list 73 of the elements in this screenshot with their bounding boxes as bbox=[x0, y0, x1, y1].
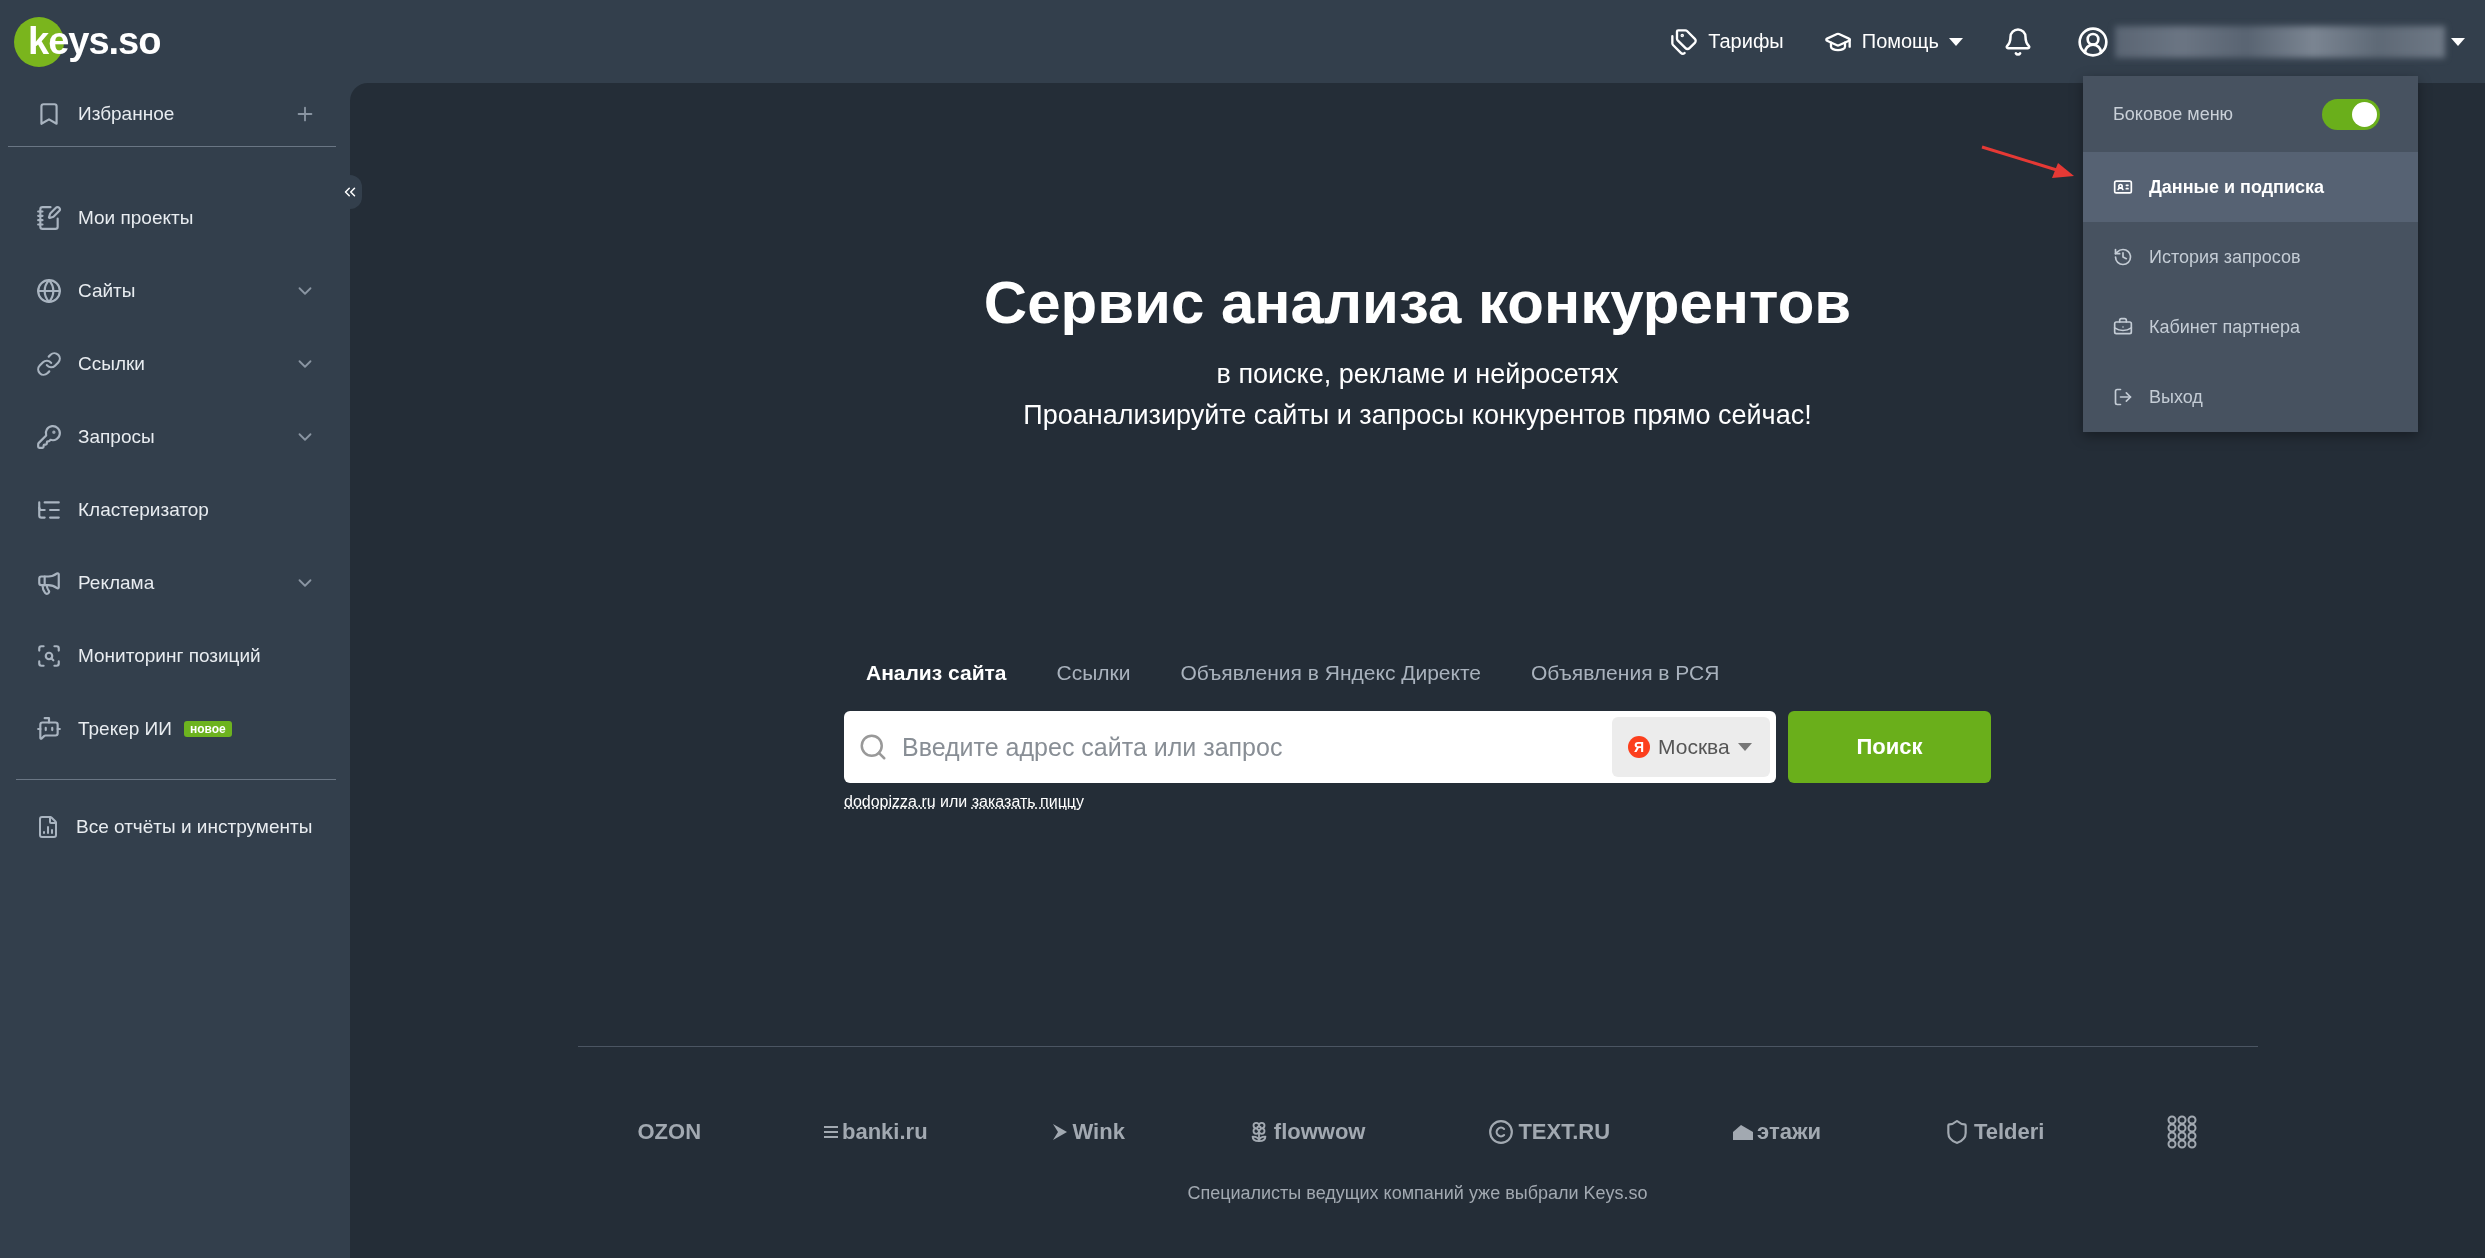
nav-link[interactable]: Тарифы bbox=[1670, 27, 1784, 56]
search-tab[interactable]: Анализ сайта bbox=[866, 661, 1007, 685]
client-logo-text: OZON bbox=[637, 1119, 702, 1145]
search-tab[interactable]: Ссылки bbox=[1056, 661, 1131, 685]
toggle-label: Боковое меню bbox=[2113, 103, 2234, 125]
menu-item[interactable]: Выход bbox=[2083, 362, 2418, 432]
client-logo-text: Telderi bbox=[1973, 1119, 2045, 1145]
search-icon bbox=[858, 732, 888, 762]
sidebar-item[interactable]: Ссылки bbox=[8, 327, 336, 400]
sidebar-item[interactable]: Запросы bbox=[8, 400, 336, 473]
house-icon bbox=[1733, 1124, 1754, 1140]
sidebar-item-label: Сайты bbox=[78, 279, 137, 302]
client-logo bbox=[2167, 1115, 2198, 1149]
client-logo-text: TEXT.RU bbox=[1518, 1119, 1611, 1145]
example-queries: dodopizza.ru или заказать пиццу bbox=[844, 793, 1085, 811]
hero-subtitle: в поиске, рекламе и нейросетях bbox=[1216, 359, 1619, 390]
favorites-label: Избранное bbox=[78, 102, 176, 125]
sidebar-item-label: Кластеризатор bbox=[78, 498, 210, 521]
sidebar-item[interactable]: Реклама bbox=[8, 546, 336, 619]
yandex-icon: Я bbox=[1628, 736, 1650, 758]
user-icon bbox=[2077, 25, 2109, 58]
example-link[interactable]: dodopizza.ru bbox=[844, 793, 936, 810]
logout-icon bbox=[2113, 387, 2133, 407]
caret-icon bbox=[1949, 37, 1963, 46]
bell-icon bbox=[2003, 26, 2033, 57]
key-icon bbox=[36, 423, 62, 450]
region-dropdown[interactable]: Я Москва bbox=[1612, 717, 1770, 777]
sidebar-toggle[interactable] bbox=[2322, 98, 2380, 130]
caret-icon bbox=[2451, 37, 2465, 46]
play-icon bbox=[1050, 1122, 1069, 1142]
menu-item[interactable]: История запросов bbox=[2083, 222, 2418, 292]
clients-caption: Специалисты ведущих компаний уже выбрали Keys.so bbox=[1187, 1183, 1648, 1204]
sidebar-item-label: Мониторинг позиций bbox=[78, 644, 262, 667]
notebook-icon bbox=[36, 204, 62, 231]
sidebar-item[interactable]: Все отчёты и инструменты bbox=[8, 790, 336, 863]
hero-tagline: Проанализируйте сайты и запросы конкурентов прямо сейчас! bbox=[1023, 400, 1812, 431]
sidebar-item-label: Мои проекты bbox=[78, 206, 195, 229]
sidebar-item-label: Трекер ИИ bbox=[78, 717, 172, 740]
sidebar-item-label: Ссылки bbox=[78, 352, 146, 375]
lines-icon bbox=[824, 1125, 838, 1139]
sidebar-item[interactable]: Трекер ИИ новое bbox=[8, 692, 336, 765]
sidebar-item[interactable]: Мониторинг позиций bbox=[8, 619, 336, 692]
megaphone-icon bbox=[36, 569, 62, 596]
client-logo-text: banki.ru bbox=[842, 1119, 928, 1145]
notifications-button[interactable] bbox=[2003, 26, 2033, 57]
nav-link[interactable]: Помощь bbox=[1823, 27, 1963, 56]
chat-bot-icon bbox=[36, 715, 62, 742]
search-tab[interactable]: Объявления в Яндекс Директе bbox=[1180, 661, 1482, 685]
sidebar-item-label: Все отчёты и инструменты bbox=[76, 815, 314, 838]
report-icon bbox=[36, 814, 60, 839]
sidebar-item[interactable]: Кластеризатор bbox=[8, 473, 336, 546]
new-badge: новое bbox=[183, 720, 232, 737]
tags-icon bbox=[1670, 27, 1699, 56]
id-card-icon bbox=[2113, 177, 2133, 197]
history-icon bbox=[2113, 247, 2133, 267]
link-icon bbox=[36, 350, 62, 377]
client-logo-text: этажи bbox=[1757, 1119, 1822, 1145]
example-link[interactable]: заказать пиццу bbox=[971, 793, 1084, 810]
globe-icon bbox=[36, 277, 62, 304]
client-logo-text: Wink bbox=[1072, 1119, 1125, 1145]
sidebar-item-label: Запросы bbox=[78, 425, 156, 448]
sidebar-item[interactable]: Мои проекты bbox=[8, 181, 336, 254]
menu-item[interactable]: Данные и подписка bbox=[2083, 152, 2418, 222]
briefcase-icon bbox=[2113, 317, 2133, 337]
menu-item[interactable]: Кабинет партнера bbox=[2083, 292, 2418, 362]
search-tab[interactable]: Объявления в РСЯ bbox=[1531, 661, 1720, 685]
sidebar-item-label: Реклама bbox=[78, 571, 156, 594]
hero-title: Сервис анализа конкурентов bbox=[983, 268, 1852, 337]
sidebar-item[interactable]: Сайты bbox=[8, 254, 336, 327]
client-logo-text: flowwow bbox=[1273, 1119, 1366, 1145]
copyright-icon bbox=[1488, 1119, 1515, 1145]
search-field[interactable]: Введите адрес сайта или запрос Я Москва bbox=[844, 711, 1776, 783]
caret-icon bbox=[1737, 743, 1752, 751]
